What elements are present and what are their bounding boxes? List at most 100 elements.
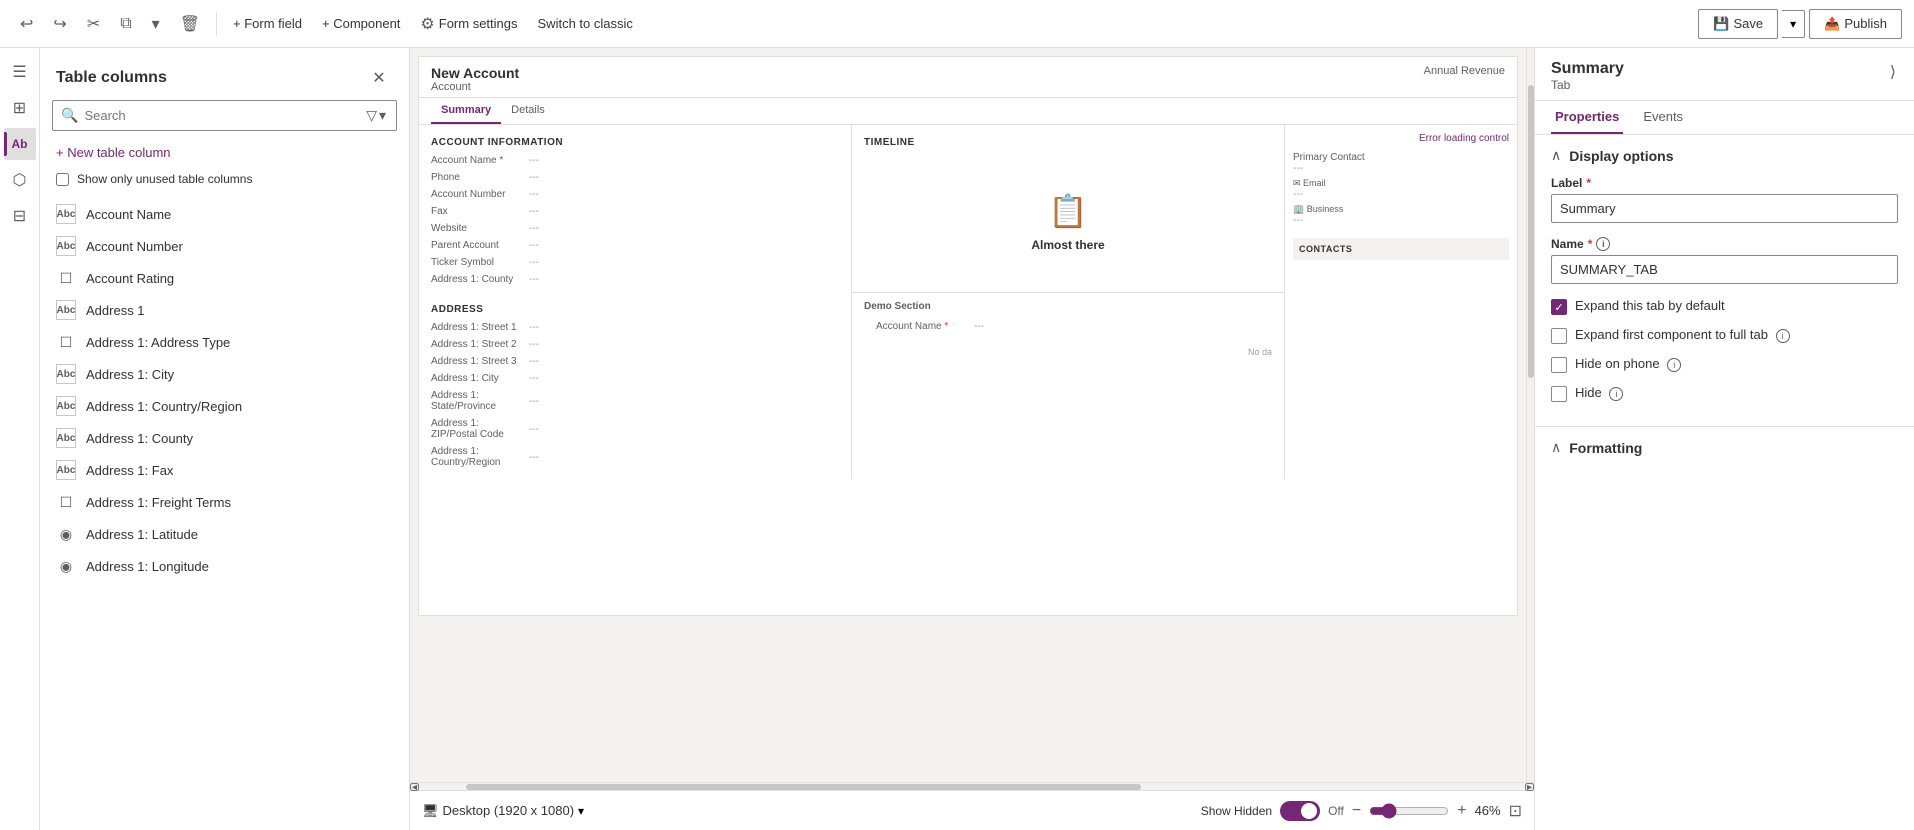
field-label: Parent Account [431,240,521,251]
list-item[interactable]: Abc Address 1: County [40,422,409,454]
cut-button[interactable]: ✂ [79,10,108,38]
expand-full-checkbox[interactable] [1551,328,1567,344]
hamburger-icon: ☰ [12,62,26,82]
text-type-icon: Abc [56,236,76,256]
list-item[interactable]: Abc Address 1: City [40,358,409,390]
desktop-dropdown-button[interactable]: ▾ [578,804,584,818]
publish-button[interactable]: 📤 Publish [1809,9,1902,39]
show-unused-checkbox[interactable] [56,173,69,186]
demo-field-value: --- [974,321,984,332]
hide-phone-info-icon[interactable]: i [1667,358,1681,372]
name-info-icon[interactable]: i [1596,237,1610,251]
field-row: Ticker Symbol --- [419,254,851,271]
tab-events[interactable]: Events [1639,101,1687,134]
save-dropdown-button[interactable]: ▾ [1782,10,1805,38]
field-value: --- [529,189,539,200]
form-settings-button[interactable]: ⚙ Form settings [412,10,525,38]
show-unused-label[interactable]: Show only unused table columns [77,172,252,186]
expand-full-info-icon[interactable]: i [1776,329,1790,343]
hide-phone-checkbox[interactable] [1551,357,1567,373]
hamburger-button[interactable]: ☰ [4,56,36,88]
switch-classic-button[interactable]: Switch to classic [530,12,641,35]
field-row: Website --- [419,220,851,237]
right-panel-subtitle: Tab [1551,78,1624,92]
layers-button[interactable]: ⬡ [4,164,36,196]
grid-button[interactable]: ⊞ [4,92,36,124]
list-item[interactable]: ☐ Address 1: Address Type [40,326,409,358]
redo-button[interactable]: ↪ [45,10,74,38]
field-row: Address 1: Country/Region --- [419,443,851,471]
table-button[interactable]: ⊟ [4,200,36,232]
formatting-toggle[interactable]: ∧ Formatting [1551,439,1898,456]
field-label: Address 1: Street 2 [431,339,521,350]
list-item[interactable]: ☐ Address 1: Freight Terms [40,486,409,518]
business-value: --- [1293,215,1509,226]
tab-summary[interactable]: Summary [431,98,501,124]
save-disk-icon: 💾 [1713,16,1729,32]
canvas-bottom: 🖥 Desktop (1920 x 1080) ▾ Show Hidden Of… [410,790,1534,830]
show-hidden-toggle[interactable] [1280,801,1320,821]
list-item[interactable]: Abc Account Name [40,198,409,230]
text-type-icon: Abc [56,364,76,384]
form-col-middle: Timeline 📋 Almost there Demo Section A [852,125,1285,479]
contacts-header: CONTACTS [1299,244,1503,254]
tab-properties[interactable]: Properties [1551,101,1623,134]
display-options-label: Display options [1569,148,1673,164]
column-label: Address 1: Freight Terms [86,495,231,510]
undo-button[interactable]: ↩ [12,10,41,38]
zoom-minus-button[interactable]: − [1352,802,1361,820]
left-panel-title: Table columns [56,69,167,87]
display-options-toggle[interactable]: ∧ Display options [1551,147,1898,164]
scroll-right-button[interactable]: ▸ [1525,783,1534,791]
right-header: Summary Tab ⟩ [1535,48,1914,101]
delete-button[interactable]: 🗑 [172,10,208,38]
component-button[interactable]: + Component [314,12,408,35]
collapse-icon: ∧ [1551,147,1561,164]
chevron-down-icon: ▾ [152,14,160,34]
label-field-group: Label * [1551,176,1898,223]
scroll-left-button[interactable]: ◂ [410,783,419,791]
expand-panel-button[interactable]: ⟩ [1888,60,1898,84]
field-value: --- [529,396,539,407]
save-button[interactable]: 💾 Save [1698,9,1778,39]
new-column-button[interactable]: + New table column [40,139,409,166]
name-input[interactable] [1551,255,1898,284]
expand-tab-checkbox[interactable] [1551,299,1567,315]
column-label: Account Rating [86,271,174,286]
text-icon: Ab [12,137,28,151]
label-input[interactable] [1551,194,1898,223]
field-value: --- [529,424,539,435]
hscroll-thumb [466,784,1140,790]
list-item[interactable]: ◉ Address 1: Latitude [40,518,409,550]
expand-full-checkbox-field: Expand first component to full tab i [1551,327,1898,344]
tab-details[interactable]: Details [501,98,555,124]
canvas-vscroll[interactable] [1526,48,1534,782]
list-item[interactable]: Abc Address 1: Fax [40,454,409,486]
zoom-slider[interactable] [1369,803,1449,819]
list-item[interactable]: Abc Account Number [40,230,409,262]
list-item[interactable]: Abc Address 1: Country/Region [40,390,409,422]
bottom-left: 🖥 Desktop (1920 x 1080) ▾ [422,803,584,819]
dropdown-button[interactable]: ▾ [144,10,168,38]
hide-checkbox[interactable] [1551,386,1567,402]
search-input[interactable] [84,108,358,123]
canvas-content[interactable]: New Account Account Annual Revenue Summa… [410,48,1526,742]
copy-button[interactable]: ⧉ [112,11,139,37]
field-value: --- [529,356,539,367]
form-field-button[interactable]: + Form field [225,12,310,35]
text-button[interactable]: Ab [4,128,36,160]
horizontal-scrollbar[interactable]: ◂ ▸ [410,782,1534,790]
fit-button[interactable]: ⊡ [1509,801,1522,821]
list-item[interactable]: ☐ Account Rating [40,262,409,294]
filter-button[interactable]: ▽ ▾ [364,105,388,126]
close-panel-button[interactable]: ✕ [365,64,393,92]
copy-icon: ⧉ [120,15,131,33]
error-loading[interactable]: Error loading control [1293,133,1509,144]
list-item[interactable]: Abc Address 1 [40,294,409,326]
right-panel: Summary Tab ⟩ Properties Events ∧ Displa… [1534,48,1914,830]
column-label: Address 1: Fax [86,463,173,478]
hide-info-icon[interactable]: i [1609,387,1623,401]
zoom-plus-button[interactable]: + [1457,802,1466,820]
label-required-star: * [1586,176,1591,190]
list-item[interactable]: ◉ Address 1: Longitude [40,550,409,582]
